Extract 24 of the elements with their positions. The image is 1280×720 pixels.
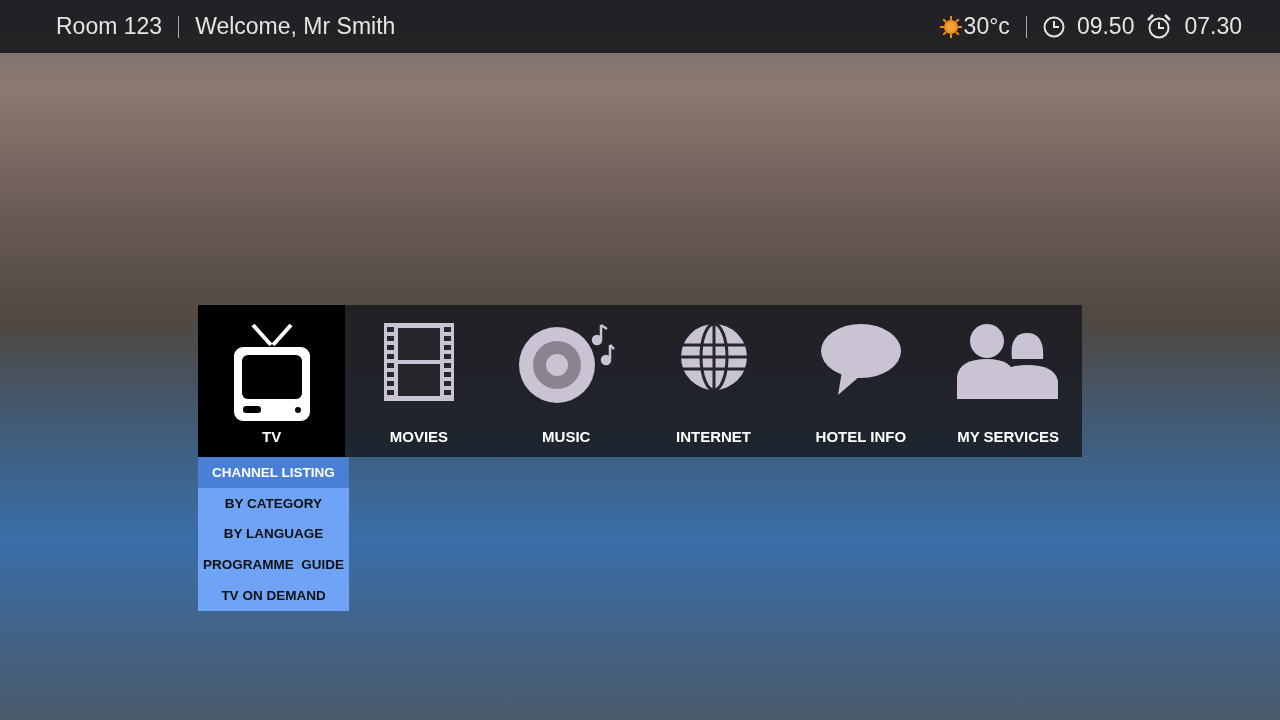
- room-number: Room 123: [56, 13, 163, 40]
- menu-tile[interactable]: HOTEL INFO: [787, 305, 935, 457]
- current-time: 09.50: [1076, 13, 1135, 40]
- menu-tile[interactable]: MY SERVICES: [934, 305, 1082, 457]
- globe-icon: [679, 323, 748, 391]
- submenu-item[interactable]: PROGRAMME GUIDE: [198, 549, 349, 581]
- film-icon: [383, 323, 454, 401]
- sun-icon: [939, 15, 962, 38]
- people-icon: [957, 323, 1060, 399]
- submenu-item[interactable]: TV ON DEMAND: [198, 580, 349, 611]
- temperature: 30°c: [963, 13, 1010, 40]
- welcome-message: Welcome, Mr Smith: [195, 13, 396, 40]
- alarm-clock-icon: [1146, 13, 1173, 40]
- menu-tile[interactable]: MOVIES: [345, 305, 493, 457]
- submenu-item[interactable]: BY LANGUAGE: [198, 518, 349, 550]
- speech-bubble-icon: [819, 323, 902, 395]
- menu-tile[interactable]: MUSIC: [492, 305, 640, 457]
- alarm-time: 07.30: [1184, 13, 1242, 40]
- menu-tile[interactable]: TV: [198, 305, 346, 457]
- clock-icon: [1042, 15, 1065, 38]
- menu-tile[interactable]: INTERNET: [639, 305, 788, 457]
- disc-with-notes-icon: [517, 323, 616, 403]
- submenu-item[interactable]: BY CATEGORY: [198, 487, 349, 519]
- submenu-item[interactable]: CHANNEL LISTING: [198, 457, 349, 488]
